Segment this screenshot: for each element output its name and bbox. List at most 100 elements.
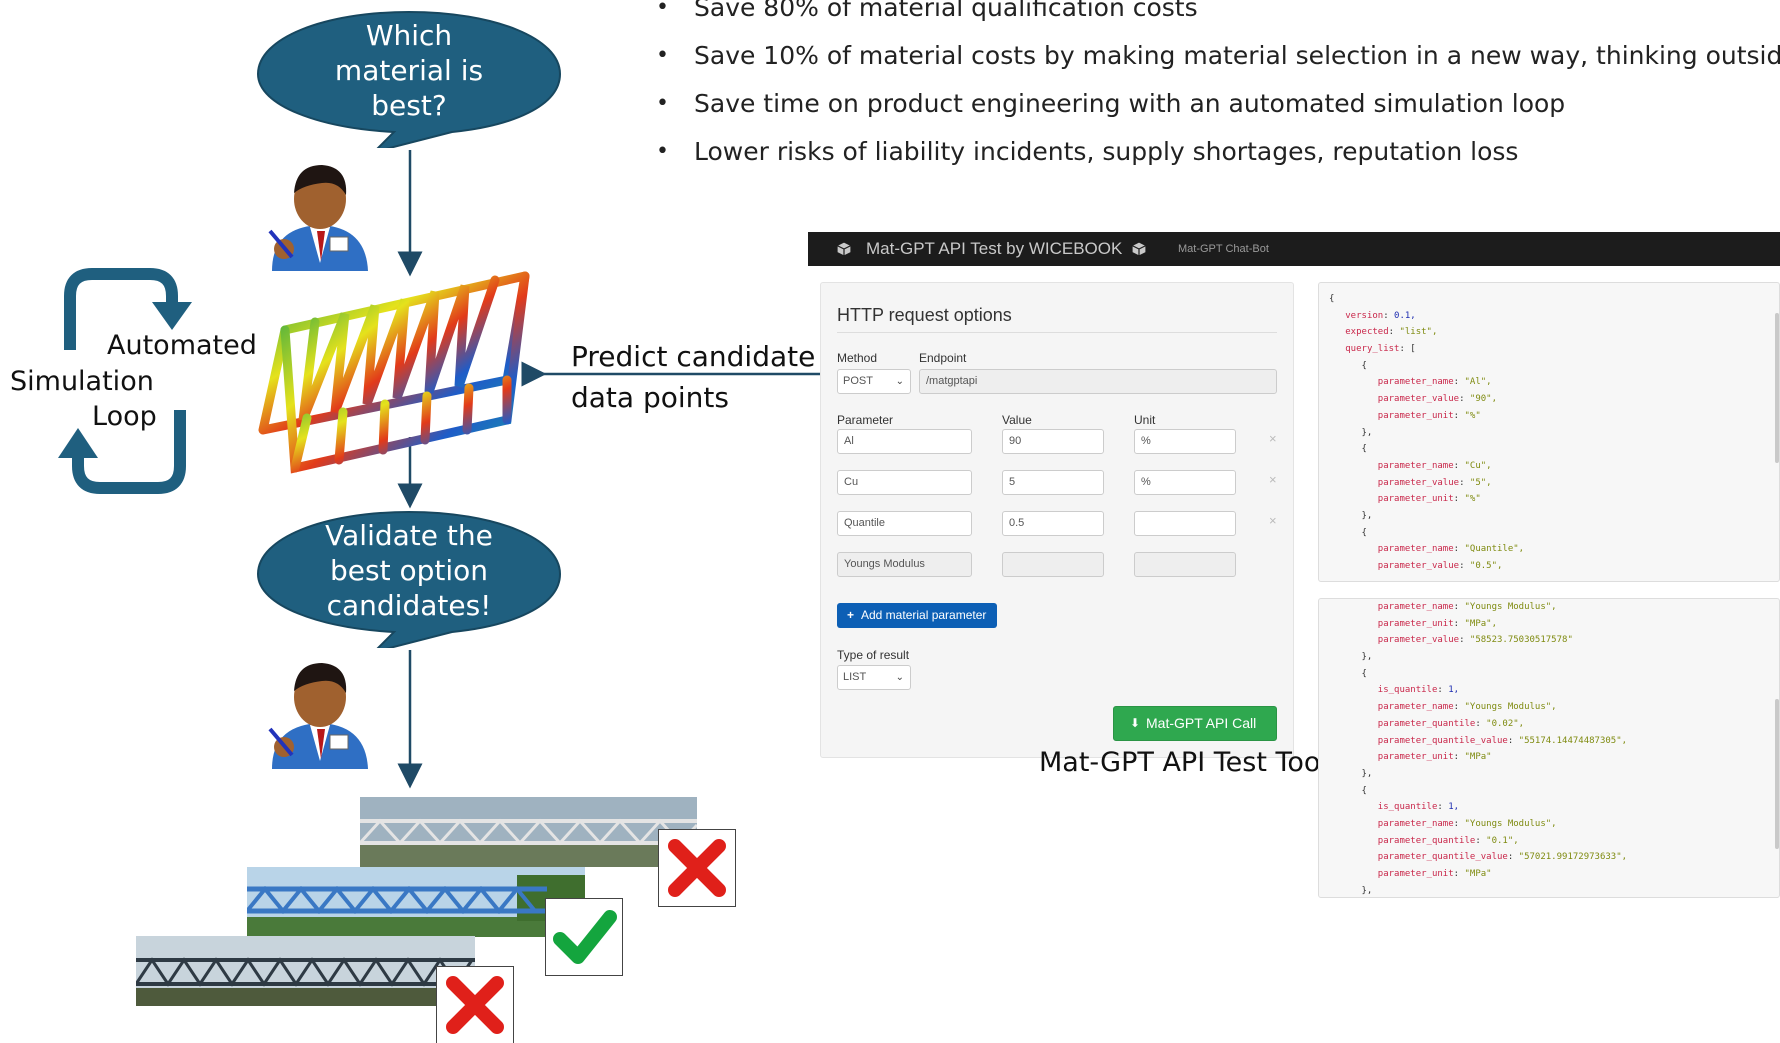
code-line: parameter_unit: "MPa" bbox=[1377, 752, 1492, 763]
code-line: parameter_unit: "MPa" bbox=[1377, 869, 1492, 879]
candidate-photo-3 bbox=[136, 936, 475, 1006]
remove-row-icon[interactable]: × bbox=[1269, 472, 1277, 487]
candidate-photo-2 bbox=[247, 867, 585, 937]
validate-bubble-text: Validate the best option candidates! bbox=[325, 519, 493, 622]
nav-link-chatbot[interactable]: Mat-GPT Chat-Bot bbox=[1178, 232, 1269, 266]
api-call-label: Mat-GPT API Call bbox=[1146, 715, 1257, 731]
truss-simulation-image bbox=[258, 271, 530, 474]
json-request-box[interactable]: { version: 0.1, expected: "list", query_… bbox=[1318, 282, 1780, 582]
target-parameter-field: Youngs Modulus bbox=[837, 552, 972, 577]
code-line: parameter_name: "Youngs Modulus", bbox=[1377, 818, 1557, 829]
engineer-avatar bbox=[268, 165, 368, 271]
code-line: parameter_name: "Quantile", bbox=[1377, 544, 1525, 555]
loop-arrowhead-bottom bbox=[58, 428, 98, 458]
candidate-result-3 bbox=[436, 966, 514, 1043]
tool-caption: Mat-GPT API Test Tool bbox=[1039, 747, 1328, 778]
target-unit-field bbox=[1134, 552, 1236, 577]
unit-input[interactable]: % bbox=[1134, 470, 1236, 495]
code-line: parameter_name: "Youngs Modulus", bbox=[1377, 702, 1557, 713]
add-parameter-button[interactable]: + Add material parameter bbox=[837, 603, 997, 628]
code-line: expected: "list", bbox=[1345, 327, 1438, 338]
code-line: parameter_value: "5", bbox=[1377, 477, 1492, 488]
code-line: }, bbox=[1329, 427, 1373, 438]
cube-icon bbox=[1131, 241, 1147, 257]
code-line: { bbox=[1329, 294, 1335, 304]
code-line: parameter_quantile: "0.02", bbox=[1377, 718, 1525, 729]
remove-row-icon[interactable]: × bbox=[1269, 513, 1277, 528]
method-select-value: POST bbox=[843, 375, 873, 387]
code-line: version: 0.1, bbox=[1345, 310, 1416, 321]
scrollbar[interactable] bbox=[1775, 699, 1779, 849]
request-options-panel: HTTP request options Method Endpoint POS… bbox=[820, 282, 1294, 758]
api-call-button[interactable]: ⬇ Mat-GPT API Call bbox=[1113, 706, 1277, 741]
code-line: }, bbox=[1329, 768, 1373, 779]
cube-icon bbox=[836, 241, 852, 257]
code-line: parameter_value: "0.5", bbox=[1377, 561, 1503, 571]
predict-label: Predict candidate data points bbox=[571, 336, 815, 418]
candidate-photo-1 bbox=[360, 797, 697, 867]
tool-brand[interactable]: Mat-GPT API Test by WICEBOOK bbox=[866, 232, 1122, 266]
code-line: query_list: [ bbox=[1345, 344, 1416, 355]
panel-title: HTTP request options bbox=[837, 305, 1012, 325]
candidate-result-2 bbox=[545, 898, 623, 976]
code-line: { bbox=[1329, 668, 1367, 679]
panel-divider bbox=[837, 332, 1277, 333]
question-bubble: Which material is best? bbox=[254, 8, 564, 148]
code-line: parameter_quantile_value: "55174.1447448… bbox=[1377, 735, 1628, 746]
code-line: }, bbox=[1329, 652, 1373, 663]
target-value-field bbox=[1002, 552, 1104, 577]
question-bubble-text: Which material is best? bbox=[334, 19, 484, 122]
endpoint-label: Endpoint bbox=[919, 351, 967, 365]
engineer-avatar bbox=[268, 663, 368, 769]
code-line: parameter_name: "Cu", bbox=[1377, 460, 1492, 471]
code-line: { bbox=[1329, 527, 1367, 538]
code-line: parameter_value: "90", bbox=[1377, 394, 1497, 405]
code-line: parameter_unit: "%" bbox=[1377, 494, 1481, 505]
unit-column-label: Unit bbox=[1134, 413, 1156, 427]
chevron-down-icon: ⌄ bbox=[895, 376, 904, 387]
json-response-box[interactable]: parameter_name: "Youngs Modulus", parame… bbox=[1318, 598, 1780, 898]
code-line: parameter_unit: "MPa", bbox=[1377, 618, 1497, 629]
parameter-input[interactable]: Al bbox=[837, 429, 972, 454]
method-select[interactable]: POST ⌄ bbox=[837, 369, 911, 394]
loop-arrowhead-top bbox=[152, 302, 192, 330]
loop-label-automated: Automated bbox=[107, 330, 257, 361]
green-check-icon bbox=[553, 910, 617, 964]
parameter-input[interactable]: Cu bbox=[837, 470, 972, 495]
candidate-result-1 bbox=[658, 829, 736, 907]
value-input[interactable]: 0.5 bbox=[1002, 511, 1104, 536]
code-line: { bbox=[1329, 785, 1367, 796]
endpoint-field[interactable]: /matgptapi bbox=[919, 369, 1277, 394]
code-line: { bbox=[1329, 444, 1367, 455]
red-cross-icon bbox=[668, 839, 726, 897]
code-line: parameter_name: "Youngs Modulus", bbox=[1377, 602, 1557, 612]
code-line: is_quantile: 1, bbox=[1377, 685, 1460, 696]
code-line: }, bbox=[1329, 510, 1373, 521]
parameter-input[interactable]: Quantile bbox=[837, 511, 972, 536]
result-type-select[interactable]: LIST ⌄ bbox=[837, 665, 911, 690]
unit-input[interactable]: % bbox=[1134, 429, 1236, 454]
code-line: parameter_unit: "%" bbox=[1377, 410, 1481, 421]
plus-icon: + bbox=[847, 608, 855, 622]
code-line: is_quantile: 1, bbox=[1377, 802, 1460, 813]
code-line: parameter_value: "58523.75030517578" bbox=[1377, 635, 1573, 646]
remove-row-icon[interactable]: × bbox=[1269, 431, 1277, 446]
code-line: parameter_quantile: "0.1", bbox=[1377, 835, 1519, 846]
result-type-value: LIST bbox=[843, 671, 867, 683]
code-line: parameter_quantile_value: "57021.9917297… bbox=[1377, 852, 1628, 863]
value-column-label: Value bbox=[1002, 413, 1032, 427]
value-input[interactable]: 90 bbox=[1002, 429, 1104, 454]
tool-navbar: Mat-GPT API Test by WICEBOOK Mat-GPT Cha… bbox=[808, 232, 1780, 266]
download-icon: ⬇ bbox=[1130, 716, 1141, 730]
predict-label-line1: Predict candidate bbox=[571, 340, 816, 373]
code-line: }, bbox=[1329, 885, 1373, 896]
code-line: { bbox=[1329, 360, 1367, 371]
validate-bubble: Validate the best option candidates! bbox=[254, 508, 564, 648]
loop-label-simulation: Simulation bbox=[10, 366, 154, 397]
scrollbar[interactable] bbox=[1775, 313, 1779, 463]
unit-input[interactable] bbox=[1134, 511, 1236, 536]
add-parameter-label: Add material parameter bbox=[861, 608, 987, 622]
red-cross-icon bbox=[446, 976, 504, 1034]
predict-label-line2: data points bbox=[571, 381, 729, 414]
value-input[interactable]: 5 bbox=[1002, 470, 1104, 495]
